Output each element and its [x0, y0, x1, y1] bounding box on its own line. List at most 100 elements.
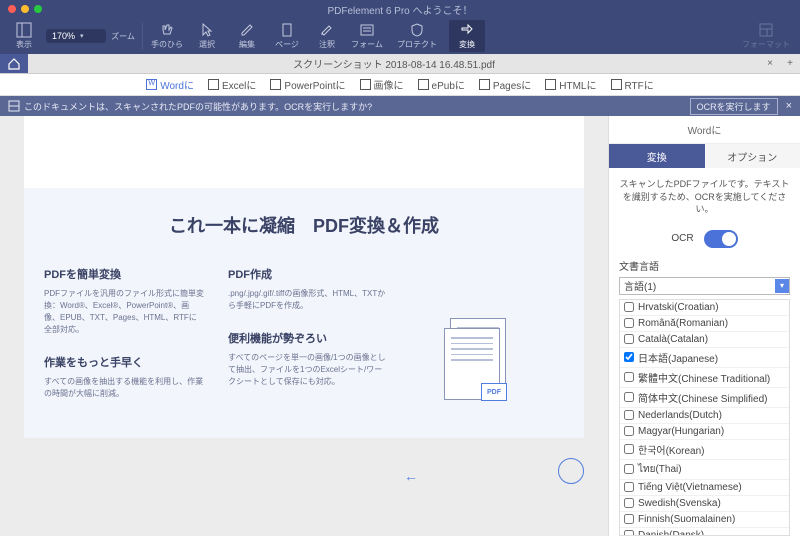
- format-epub[interactable]: ePubに: [418, 77, 465, 92]
- app-title: PDFelement 6 Pro へようこそ！: [327, 2, 472, 17]
- language-option[interactable]: Română(Romanian): [620, 316, 789, 332]
- pdf-graphic: ← PDF: [444, 318, 544, 418]
- language-checkbox[interactable]: [624, 498, 634, 508]
- image-icon: [360, 79, 371, 90]
- format-excel[interactable]: Excelに: [208, 77, 256, 92]
- edit-tool[interactable]: 編集: [229, 22, 265, 50]
- separator: [142, 23, 143, 49]
- chevron-down-icon: ▾: [80, 32, 84, 40]
- layout-icon: [758, 22, 774, 38]
- language-label: 한국어(Korean): [638, 442, 705, 457]
- language-option[interactable]: 简体中文(Chinese Simplified): [620, 388, 789, 408]
- pages-icon: [479, 79, 490, 90]
- language-checkbox[interactable]: [624, 514, 634, 524]
- document-tabbar: スクリーンショット 2018-08-14 16.48.51.pdf × +: [0, 54, 800, 74]
- language-label: Română(Romanian): [638, 318, 728, 329]
- section4-body: すべてのページを単一の画像/1つの画像として抽出、ファイルを1つのExcelシー…: [228, 352, 388, 388]
- language-select[interactable]: 言語(1) ▾: [619, 277, 790, 295]
- document-canvas[interactable]: これ一本に凝縮 PDF変換＆作成 PDFを簡単変換 PDFファイルを汎用のファイ…: [0, 116, 608, 536]
- language-checkbox[interactable]: [624, 302, 634, 312]
- page-top: [24, 116, 584, 188]
- headline: これ一本に凝縮 PDF変換＆作成: [44, 212, 564, 238]
- arrow-left-icon: ←: [404, 468, 418, 484]
- annotate-tool[interactable]: 注釈: [309, 22, 345, 50]
- format-rtf[interactable]: RTFに: [611, 77, 654, 92]
- close-ocr-banner[interactable]: ×: [786, 100, 792, 112]
- language-label: 日本語(Japanese): [638, 350, 718, 365]
- format-word[interactable]: WWordに: [146, 77, 194, 92]
- language-checkbox[interactable]: [624, 334, 634, 344]
- ocr-message: このドキュメントは、スキャンされたPDFの可能性があります。OCRを実行しますか…: [24, 100, 372, 113]
- language-option[interactable]: 한국어(Korean): [620, 440, 789, 460]
- language-option[interactable]: Finnish(Suomalainen): [620, 512, 789, 528]
- add-tab-button[interactable]: +: [780, 58, 800, 69]
- select-tool[interactable]: 選択: [189, 22, 225, 50]
- section3-title: 作業をもっと手早く: [44, 354, 204, 370]
- format-image[interactable]: 画像に: [360, 77, 404, 92]
- language-option[interactable]: ไทย(Thai): [620, 460, 789, 480]
- tab-options[interactable]: オプション: [705, 144, 800, 168]
- language-list[interactable]: Hrvatski(Croatian) Română(Romanian) Català…: [619, 299, 790, 536]
- language-label: Català(Catalan): [638, 334, 708, 345]
- section2-body: .png/.jpg/.gif/.tiffの画像形式、HTML、TXTから手軽にP…: [228, 288, 388, 312]
- language-checkbox[interactable]: [624, 530, 634, 536]
- view-tool[interactable]: 表示: [6, 22, 42, 50]
- format-html[interactable]: HTMLに: [545, 77, 596, 92]
- word-icon: W: [146, 79, 157, 90]
- language-label: Finnish(Suomalainen): [638, 514, 735, 525]
- annotate-icon: [319, 22, 335, 38]
- hand-tool[interactable]: 手のひら: [149, 22, 185, 50]
- close-tab-button[interactable]: ×: [760, 58, 780, 69]
- excel-icon: [208, 79, 219, 90]
- language-label: Danish(Dansk): [638, 530, 704, 536]
- language-option[interactable]: Tiếng Việt(Vietnamese): [620, 480, 789, 496]
- sidebar-tabs: 変換 オプション: [609, 144, 800, 168]
- language-checkbox[interactable]: [624, 372, 634, 382]
- ppt-icon: [270, 79, 281, 90]
- language-checkbox[interactable]: [624, 464, 634, 474]
- run-ocr-button[interactable]: OCRを実行します: [690, 98, 778, 115]
- language-option[interactable]: Magyar(Hungarian): [620, 424, 789, 440]
- scan-message: スキャンしたPDFファイルです。テキストを識別するため、OCRを実施してください…: [609, 168, 800, 226]
- home-tab[interactable]: [0, 54, 28, 73]
- language-option[interactable]: Nederlands(Dutch): [620, 408, 789, 424]
- minimize-window-button[interactable]: [21, 5, 29, 13]
- language-checkbox[interactable]: [624, 318, 634, 328]
- view-icon: [16, 22, 32, 38]
- maximize-window-button[interactable]: [34, 5, 42, 13]
- format-tool[interactable]: フォーマット: [738, 22, 794, 50]
- language-checkbox[interactable]: [624, 410, 634, 420]
- format-pages[interactable]: Pagesに: [479, 77, 531, 92]
- main-toolbar: 表示 170% ▾ ズーム 手のひら 選択 編集 ページ 注釈 フォーム プロテ…: [0, 18, 800, 54]
- language-option[interactable]: 繁體中文(Chinese Traditional): [620, 368, 789, 388]
- zoom-control[interactable]: 170% ▾: [46, 29, 106, 43]
- language-checkbox[interactable]: [624, 444, 634, 454]
- rtf-icon: [611, 79, 622, 90]
- close-window-button[interactable]: [8, 5, 16, 13]
- language-checkbox[interactable]: [624, 392, 634, 402]
- page-tool[interactable]: ページ: [269, 22, 305, 50]
- language-checkbox[interactable]: [624, 352, 634, 362]
- language-option[interactable]: Danish(Dansk): [620, 528, 789, 536]
- file-tab[interactable]: スクリーンショット 2018-08-14 16.48.51.pdf: [28, 56, 760, 71]
- convert-sidebar: Wordに 変換 オプション スキャンしたPDFファイルです。テキストを識別する…: [608, 116, 800, 536]
- convert-tool[interactable]: 変換: [449, 20, 485, 52]
- protect-tool[interactable]: プロテクト: [389, 22, 445, 50]
- form-tool[interactable]: フォーム: [349, 22, 385, 50]
- epub-icon: [418, 79, 429, 90]
- format-powerpoint[interactable]: PowerPointに: [270, 77, 345, 92]
- language-label: 繁體中文(Chinese Traditional): [638, 370, 770, 385]
- language-label: Hrvatski(Croatian): [638, 302, 719, 313]
- language-label: Nederlands(Dutch): [638, 410, 722, 421]
- language-option[interactable]: Hrvatski(Croatian): [620, 300, 789, 316]
- section1-title: PDFを簡単変換: [44, 266, 204, 282]
- ocr-toggle[interactable]: [704, 230, 738, 248]
- language-checkbox[interactable]: [624, 482, 634, 492]
- language-checkbox[interactable]: [624, 426, 634, 436]
- tab-convert[interactable]: 変換: [609, 144, 705, 168]
- html-icon: [545, 79, 556, 90]
- main-area: これ一本に凝縮 PDF変換＆作成 PDFを簡単変換 PDFファイルを汎用のファイ…: [0, 116, 800, 536]
- language-option[interactable]: Català(Catalan): [620, 332, 789, 348]
- language-option[interactable]: Swedish(Svenska): [620, 496, 789, 512]
- language-option[interactable]: 日本語(Japanese): [620, 348, 789, 368]
